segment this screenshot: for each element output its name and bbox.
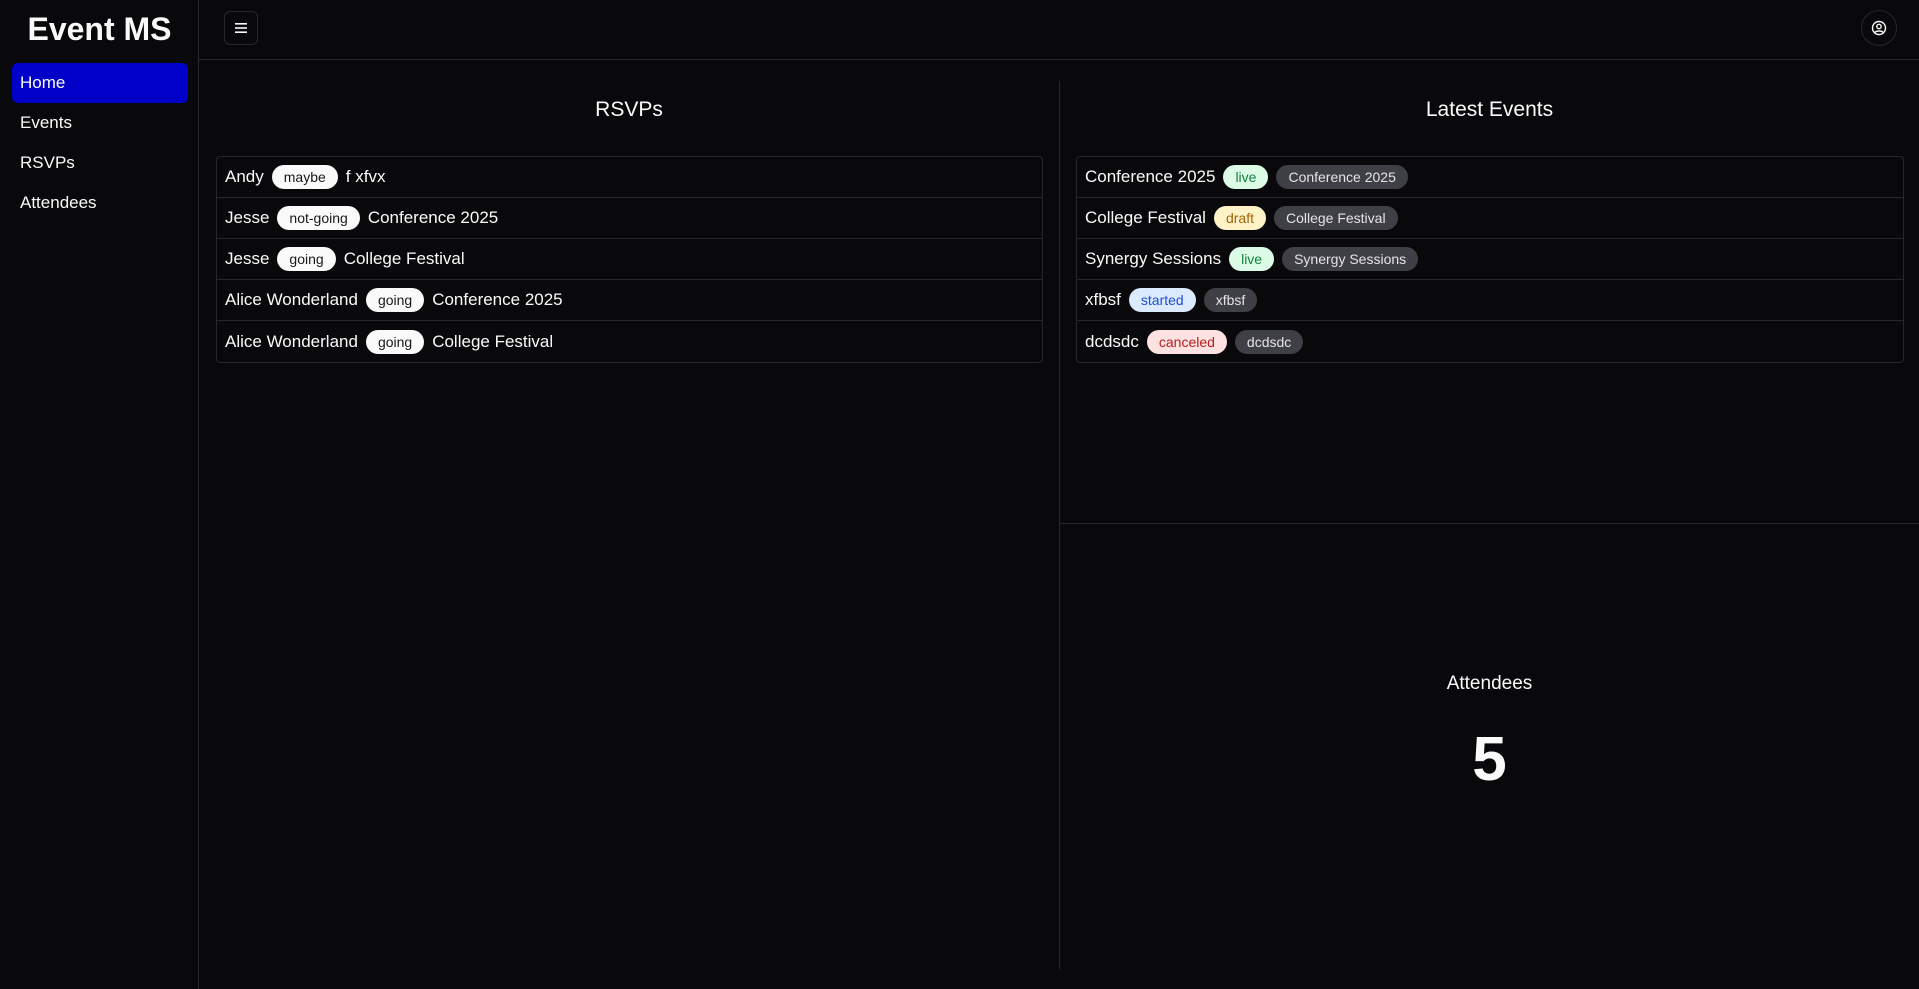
- sidebar-item-events[interactable]: Events: [12, 103, 188, 143]
- rsvps-title: RSVPs: [595, 98, 663, 121]
- rsvp-status-badge: not-going: [277, 206, 360, 230]
- event-tag-badge: Conference 2025: [1276, 165, 1408, 189]
- rsvp-status-badge: going: [277, 247, 336, 271]
- user-circle-icon: [1871, 20, 1887, 36]
- rsvp-name: Jesse: [225, 208, 270, 227]
- rsvp-event: College Festival: [432, 331, 554, 351]
- event-status-badge: live: [1223, 165, 1269, 189]
- panel-divider: [1060, 523, 1919, 524]
- rsvp-name: Alice Wonderland: [225, 331, 358, 351]
- app-title: Event MS: [27, 11, 172, 47]
- event-status-badge: canceled: [1146, 329, 1227, 354]
- rsvp-status-badge: maybe: [271, 165, 338, 189]
- column-divider: [1059, 81, 1060, 969]
- event-status-badge: draft: [1213, 206, 1266, 230]
- event-tag-badge: College Festival: [1273, 206, 1398, 230]
- sidebar-nav: Home Events RSVPs Attendees: [12, 63, 188, 223]
- event-row[interactable]: xfbsf started xfbsf: [1077, 280, 1903, 321]
- sidebar-item-home[interactable]: Home: [12, 63, 188, 103]
- event-name: Conference 2025: [1085, 167, 1216, 186]
- attendees-count: 5: [1472, 725, 1507, 794]
- rsvp-row[interactable]: Jesse not-going Conference 2025: [217, 198, 1042, 239]
- rsvp-row[interactable]: Alice Wonderland going Conference 2025: [217, 280, 1042, 321]
- event-tag-badge: xfbsf: [1203, 288, 1258, 312]
- latest-events-title: Latest Events: [1425, 98, 1554, 121]
- hamburger-icon: [235, 23, 247, 33]
- rsvp-event: f xfvx: [345, 167, 386, 186]
- rsvp-event: Conference 2025: [432, 290, 563, 309]
- event-name: College Festival: [1085, 208, 1206, 227]
- sidebar-item-attendees[interactable]: Attendees: [12, 183, 188, 223]
- rsvp-event: College Festival: [343, 249, 465, 268]
- user-menu-button[interactable]: [1861, 10, 1897, 46]
- event-tag-badge: dcdsdc: [1234, 329, 1304, 354]
- event-row[interactable]: Conference 2025 live Conference 2025: [1077, 157, 1903, 198]
- event-row[interactable]: dcdsdc canceled dcdsdc: [1077, 321, 1903, 362]
- event-name: Synergy Sessions: [1085, 249, 1222, 268]
- rsvp-row[interactable]: Alice Wonderland going College Festival: [217, 321, 1042, 362]
- event-name: dcdsdc: [1085, 331, 1139, 351]
- event-status-badge: live: [1229, 247, 1275, 271]
- sidebar-item-rsvps[interactable]: RSVPs: [12, 143, 188, 183]
- rsvp-row[interactable]: Andy maybe f xfvx: [217, 157, 1042, 198]
- attendees-label: Attendees: [1446, 673, 1533, 694]
- event-name: xfbsf: [1085, 290, 1121, 309]
- menu-toggle-button[interactable]: [224, 11, 258, 45]
- topbar: [199, 0, 1919, 60]
- rsvps-list: Andy maybe f xfvx Jesse not-going Confer…: [216, 156, 1043, 363]
- sidebar: Event MS Home Events RSVPs Attendees: [0, 0, 199, 989]
- rsvp-name: Alice Wonderland: [225, 290, 358, 309]
- rsvp-status-badge: going: [365, 288, 425, 312]
- event-tag-badge: Synergy Sessions: [1282, 247, 1419, 271]
- event-status-badge: started: [1128, 288, 1196, 312]
- event-row[interactable]: College Festival draft College Festival: [1077, 198, 1903, 239]
- latest-events-list: Conference 2025 live Conference 2025 Col…: [1076, 156, 1904, 363]
- rsvp-name: Jesse: [225, 249, 270, 268]
- rsvp-status-badge: going: [365, 329, 425, 354]
- rsvp-event: Conference 2025: [367, 208, 499, 227]
- event-row[interactable]: Synergy Sessions live Synergy Sessions: [1077, 239, 1903, 280]
- rsvp-row[interactable]: Jesse going College Festival: [217, 239, 1042, 280]
- rsvp-name: Andy: [225, 167, 264, 186]
